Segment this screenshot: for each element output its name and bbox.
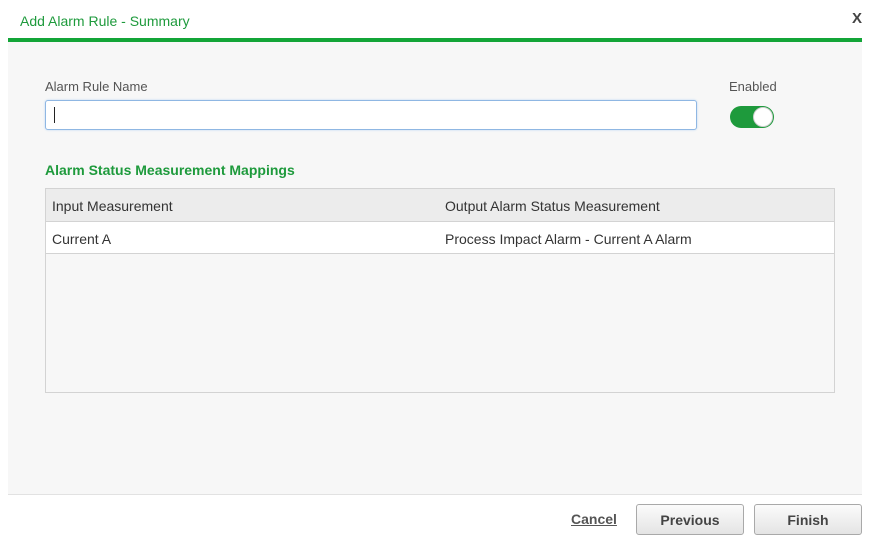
close-icon[interactable]: X bbox=[852, 10, 862, 27]
column-header-input-measurement: Input Measurement bbox=[52, 198, 173, 214]
dialog-title: Add Alarm Rule - Summary bbox=[20, 13, 190, 29]
cancel-button[interactable]: Cancel bbox=[571, 511, 617, 527]
toggle-knob bbox=[753, 107, 773, 127]
alarm-rule-name-input[interactable] bbox=[45, 100, 697, 130]
finish-button[interactable]: Finish bbox=[754, 504, 862, 535]
table-row[interactable]: Current A Process Impact Alarm - Current… bbox=[46, 222, 834, 254]
text-cursor bbox=[54, 107, 55, 123]
alarm-rule-name-label: Alarm Rule Name bbox=[45, 79, 148, 94]
enabled-label: Enabled bbox=[729, 79, 777, 94]
dialog-footer: Cancel Previous Finish bbox=[8, 494, 862, 542]
table-cell-input: Current A bbox=[52, 231, 112, 247]
column-header-output-alarm-status: Output Alarm Status Measurement bbox=[445, 198, 660, 214]
add-alarm-rule-dialog: Add Alarm Rule - Summary X Alarm Rule Na… bbox=[0, 0, 870, 542]
mappings-table: Input Measurement Output Alarm Status Me… bbox=[45, 188, 835, 393]
table-header-row: Input Measurement Output Alarm Status Me… bbox=[46, 189, 834, 222]
enabled-toggle[interactable] bbox=[730, 106, 774, 128]
previous-button[interactable]: Previous bbox=[636, 504, 744, 535]
dialog-body: Alarm Rule Name Enabled Alarm Status Mea… bbox=[8, 42, 862, 494]
mappings-section-title: Alarm Status Measurement Mappings bbox=[45, 162, 295, 178]
dialog-header: Add Alarm Rule - Summary X bbox=[8, 0, 870, 40]
table-cell-output: Process Impact Alarm - Current A Alarm bbox=[445, 231, 692, 247]
